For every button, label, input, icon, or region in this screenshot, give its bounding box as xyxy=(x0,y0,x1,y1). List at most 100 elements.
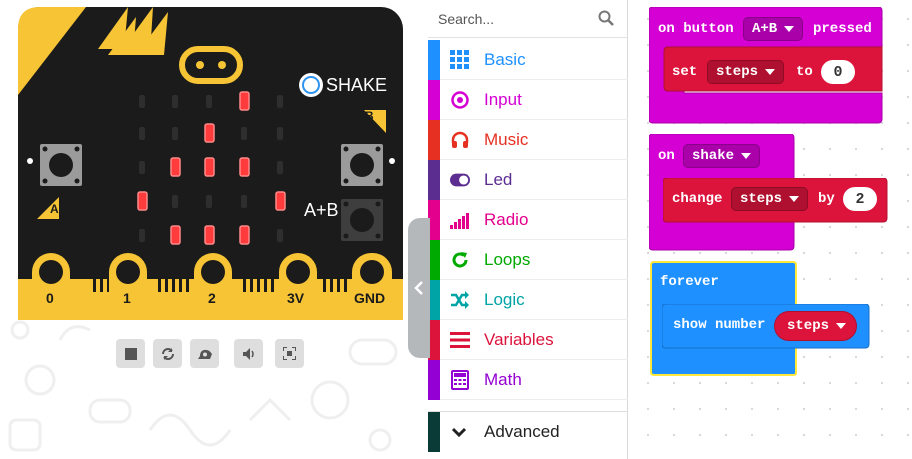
block-text: pressed xyxy=(813,21,872,37)
category-color-bar xyxy=(428,120,440,160)
led-off xyxy=(277,127,283,140)
search-icon[interactable] xyxy=(598,10,614,26)
pin-0-label[interactable]: 0 xyxy=(46,290,54,306)
gesture-dropdown[interactable]: shake xyxy=(683,144,761,168)
toolbox: Basic Input Music Led Radio Loops Logic Variabl… xyxy=(428,0,628,459)
block-text: on button xyxy=(658,21,734,37)
led-on xyxy=(204,157,215,177)
block-text: by xyxy=(818,191,835,207)
variable-reporter[interactable]: steps xyxy=(774,311,858,341)
category-loops[interactable]: Loops xyxy=(428,240,628,280)
led-on xyxy=(204,123,215,143)
led-on xyxy=(239,91,250,111)
variable-dropdown[interactable]: steps xyxy=(707,60,785,84)
dropdown-value: steps xyxy=(716,64,759,80)
fullscreen-button[interactable] xyxy=(275,339,304,368)
block-text: change xyxy=(672,191,723,207)
block-text: set xyxy=(672,64,698,80)
collapse-simulator-button[interactable] xyxy=(408,218,430,358)
led-on xyxy=(170,225,181,245)
button-b-label: B xyxy=(365,109,374,123)
led-on xyxy=(239,225,250,245)
led-off xyxy=(139,161,145,174)
search-input[interactable] xyxy=(438,6,598,32)
category-input[interactable]: Input xyxy=(428,80,628,120)
category-variables[interactable]: Variables xyxy=(428,320,628,360)
category-color-bar xyxy=(428,360,440,400)
led-off xyxy=(172,195,178,208)
slow-motion-button[interactable] xyxy=(190,339,219,368)
button-ab-label: A+B xyxy=(304,200,339,220)
stop-button[interactable] xyxy=(116,339,145,368)
category-list: Basic Input Music Led Radio Loops Logic Variabl… xyxy=(428,40,628,400)
category-label: Variables xyxy=(484,330,554,349)
block-text: to xyxy=(796,64,813,80)
value-input[interactable]: 0 xyxy=(821,60,855,84)
chevron-down-icon xyxy=(451,427,467,438)
category-label: Led xyxy=(484,170,513,189)
mute-icon xyxy=(242,347,254,360)
category-label: Radio xyxy=(484,210,529,229)
caret-down-icon xyxy=(836,323,847,329)
pin-1-label[interactable]: 1 xyxy=(123,290,131,306)
button-b[interactable] xyxy=(341,144,383,186)
category-math[interactable]: Math xyxy=(428,360,628,400)
category-led[interactable]: Led xyxy=(428,160,628,200)
led-off xyxy=(172,127,178,140)
restart-icon xyxy=(161,347,174,360)
category-label: Advanced xyxy=(484,422,560,441)
led-on xyxy=(275,191,286,211)
pin-3v-label[interactable]: 3V xyxy=(287,290,304,306)
value-input[interactable]: 2 xyxy=(843,187,877,211)
category-basic[interactable]: Basic xyxy=(428,40,628,80)
led-on xyxy=(170,157,181,177)
block-text: show number xyxy=(673,317,766,333)
led-on xyxy=(204,225,215,245)
shake-label[interactable]: SHAKE xyxy=(326,75,387,96)
simulator-toolbar xyxy=(112,337,308,371)
mute-button[interactable] xyxy=(234,339,263,368)
caret-down-icon xyxy=(765,69,776,75)
button-dropdown[interactable]: A+B xyxy=(743,17,804,41)
restart-button[interactable] xyxy=(153,339,182,368)
dropdown-value: A+B xyxy=(752,21,778,37)
category-label: Logic xyxy=(484,290,525,309)
led-off xyxy=(139,95,145,108)
dropdown-value: shake xyxy=(692,148,735,164)
caret-down-icon xyxy=(784,26,795,32)
led-off xyxy=(139,127,145,140)
category-advanced[interactable]: Advanced xyxy=(428,411,628,452)
button-a[interactable] xyxy=(40,144,82,186)
category-label: Basic xyxy=(484,50,526,69)
category-color-bar xyxy=(428,412,440,452)
refresh-icon xyxy=(450,250,470,270)
led-off xyxy=(241,195,247,208)
button-ab[interactable] xyxy=(341,199,383,241)
list-icon xyxy=(450,330,470,350)
block-text: forever xyxy=(660,274,719,290)
caret-down-icon xyxy=(789,196,800,202)
category-logic[interactable]: Logic xyxy=(428,280,628,320)
dropdown-value: steps xyxy=(787,318,830,334)
led-off xyxy=(241,127,247,140)
target-icon xyxy=(450,90,470,110)
simulator-panel: SHAKE B A A+B 0 1 2 3V GND xyxy=(0,0,428,459)
headphones-icon xyxy=(450,130,470,150)
search-box xyxy=(428,0,628,38)
fullscreen-icon xyxy=(283,347,296,360)
signal-icon xyxy=(450,210,470,230)
variable-dropdown[interactable]: steps xyxy=(731,187,809,211)
category-color-bar xyxy=(428,80,440,120)
category-music[interactable]: Music xyxy=(428,120,628,160)
block-text: on xyxy=(658,148,675,164)
pin-2-label[interactable]: 2 xyxy=(208,290,216,306)
shuffle-icon xyxy=(450,290,470,310)
blocks-workspace[interactable]: on button A+B pressed set steps to 0 on … xyxy=(629,0,912,459)
pin-gnd-label[interactable]: GND xyxy=(354,290,385,306)
toggle-icon xyxy=(450,170,470,190)
caret-down-icon xyxy=(741,153,752,159)
category-radio[interactable]: Radio xyxy=(428,200,628,240)
led-off xyxy=(206,195,212,208)
led-off xyxy=(277,229,283,242)
led-off xyxy=(206,95,212,108)
